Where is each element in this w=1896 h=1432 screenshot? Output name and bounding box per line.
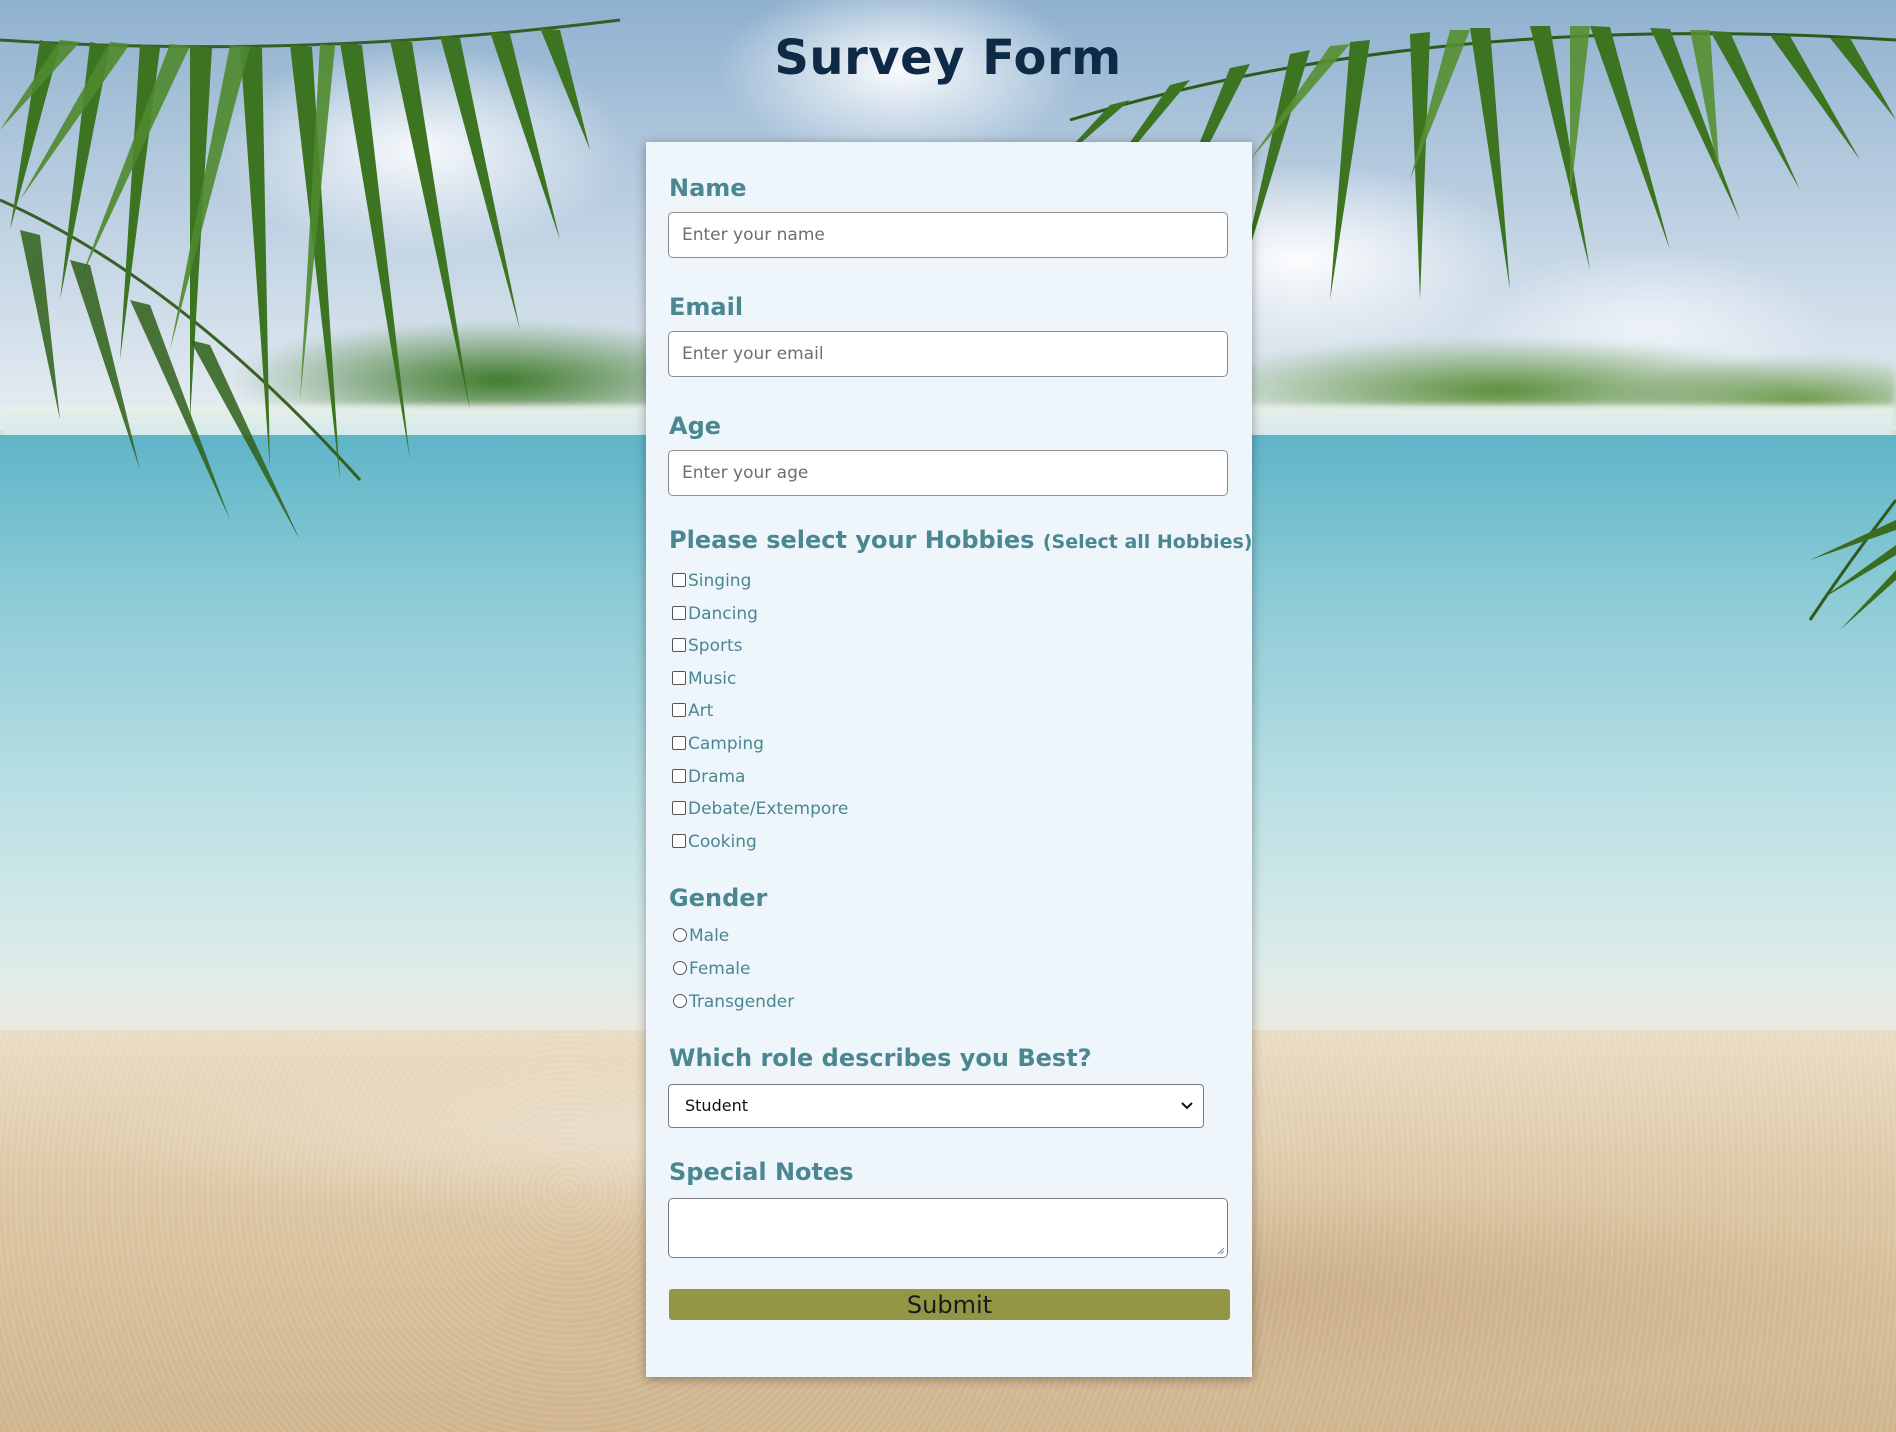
hobby-option-dancing[interactable]: Dancing (668, 597, 1230, 630)
email-label: Email (669, 293, 744, 321)
checkbox[interactable] (672, 638, 686, 653)
gender-radio-group: Male Female Transgender (668, 920, 1230, 1018)
gender-option-label: Male (689, 926, 730, 947)
name-input[interactable] (668, 212, 1228, 258)
checkbox[interactable] (672, 736, 686, 751)
chevron-down-icon (1181, 1102, 1193, 1110)
email-input[interactable] (668, 331, 1228, 377)
age-input[interactable] (668, 450, 1228, 496)
submit-button[interactable]: Submit (669, 1289, 1230, 1320)
hobby-option-singing[interactable]: Singing (668, 565, 1230, 598)
radio-button[interactable] (673, 928, 687, 943)
hobby-label: Debate/Extempore (688, 799, 849, 820)
hobby-option-drama[interactable]: Drama (668, 760, 1230, 793)
hobby-label: Sports (688, 636, 743, 657)
hobbies-checkbox-list: Singing Dancing Sports Music Art Camping… (668, 565, 1230, 858)
hobby-option-sports[interactable]: Sports (668, 630, 1230, 663)
hobby-option-debate[interactable]: Debate/Extempore (668, 793, 1230, 826)
notes-label: Special Notes (669, 1157, 854, 1186)
checkbox[interactable] (672, 703, 686, 718)
hobby-label: Music (688, 668, 737, 689)
hobbies-heading: Please select your Hobbies (Select all H… (669, 526, 1252, 555)
role-selected-value: Student (685, 1096, 748, 1116)
checkbox[interactable] (672, 573, 686, 588)
role-label: Which role describes you Best? (669, 1043, 1092, 1072)
checkbox[interactable] (672, 833, 686, 848)
hobby-label: Cooking (688, 831, 757, 852)
hobbies-subheading: (Select all Hobbies) (1042, 531, 1253, 553)
radio-button[interactable] (673, 961, 687, 976)
hobbies-heading-text: Please select your Hobbies (669, 526, 1035, 554)
name-label: Name (669, 174, 747, 202)
hobby-label: Camping (688, 734, 764, 755)
age-label: Age (669, 412, 722, 440)
gender-option-label: Transgender (689, 991, 795, 1012)
hobby-label: Singing (688, 571, 752, 592)
gender-label: Gender (669, 884, 768, 913)
resize-grip-icon[interactable] (1215, 1245, 1225, 1255)
checkbox[interactable] (672, 670, 686, 685)
hobby-option-music[interactable]: Music (668, 663, 1230, 696)
gender-option-female[interactable]: Female (668, 953, 1230, 986)
checkbox[interactable] (672, 768, 686, 783)
gender-option-label: Female (689, 959, 751, 980)
gender-option-male[interactable]: Male (668, 920, 1230, 953)
page-title: Survey Form (774, 30, 1122, 86)
hobby-option-art[interactable]: Art (668, 695, 1230, 728)
radio-button[interactable] (673, 993, 687, 1008)
gender-option-transgender[interactable]: Transgender (668, 985, 1230, 1018)
hobby-option-camping[interactable]: Camping (668, 728, 1230, 761)
hobby-label: Art (688, 701, 714, 722)
hobby-label: Dancing (688, 603, 758, 624)
hobby-option-cooking[interactable]: Cooking (668, 826, 1230, 859)
checkbox[interactable] (672, 605, 686, 620)
survey-form-card: Name Email Age Please select your Hobbie… (646, 142, 1252, 1377)
role-select[interactable]: Student (668, 1083, 1204, 1128)
hobby-label: Drama (688, 766, 746, 787)
notes-textarea[interactable] (668, 1197, 1228, 1258)
checkbox[interactable] (672, 801, 686, 816)
